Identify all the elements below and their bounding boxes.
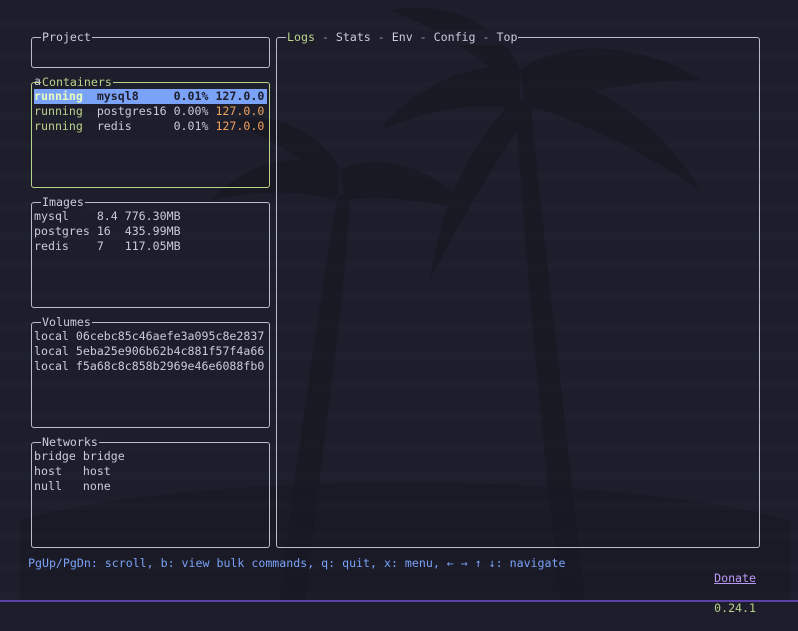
image-size: 117.05MB (124, 239, 181, 253)
tab-env[interactable]: Env (392, 30, 413, 44)
images-panel-title: Images (41, 195, 85, 210)
network-driver: none (82, 479, 111, 493)
containers-panel-title: Containers (41, 75, 113, 90)
container-cpu: 0.01% (173, 119, 209, 133)
networks-panel[interactable]: Networks bridge bridge host host null none (31, 435, 270, 548)
image-name: redis (34, 239, 69, 253)
image-row[interactable]: mysql 8.4 776.30MB (34, 209, 267, 224)
network-row[interactable]: null none (34, 479, 267, 494)
container-port: 127.0.0 (215, 119, 265, 133)
network-driver: host (82, 464, 111, 478)
version-label: 0.24.1 (714, 601, 756, 615)
volume-name: 06cebc85c46aefe3a095c8e2837 (75, 329, 265, 343)
image-row[interactable]: redis 7 117.05MB (34, 239, 267, 254)
volume-row[interactable]: local 06cebc85c46aefe3a095c8e2837 (34, 329, 267, 344)
tab-separator: - (314, 30, 336, 44)
containers-panel[interactable]: Containers running mysql8 0.01% 127.0.0 runn… (31, 75, 270, 188)
tab-logs[interactable]: Logs (287, 30, 315, 44)
network-row[interactable]: host host (34, 464, 267, 479)
container-name: postgres16 (96, 104, 167, 118)
container-port: 127.0.0 (215, 89, 265, 103)
container-status: running (34, 119, 83, 133)
image-row[interactable]: postgres 16 435.99MB (34, 224, 267, 239)
help-text: PgUp/PgDn: scroll, b: view bulk commands… (28, 556, 566, 570)
image-size: 435.99MB (124, 224, 181, 238)
volumes-panel[interactable]: Volumes local 06cebc85c46aefe3a095c8e2837… (31, 315, 270, 428)
container-cpu: 0.00% (173, 104, 209, 118)
container-port: 127.0.0 (215, 104, 265, 118)
container-row[interactable]: running redis 0.01% 127.0.0 (34, 119, 267, 134)
volumes-panel-title: Volumes (41, 315, 92, 330)
tab-config[interactable]: Config (434, 30, 476, 44)
project-panel[interactable]: Project apollo (31, 30, 270, 88)
tab-stats[interactable]: Stats (336, 30, 371, 44)
network-name: null (34, 479, 62, 493)
container-row[interactable]: running mysql8 0.01% 127.0.0 (34, 89, 267, 104)
volume-driver: local (34, 359, 69, 373)
image-size: 776.30MB (124, 209, 181, 223)
donate-link[interactable]: Donate (714, 571, 756, 585)
network-name: bridge (34, 449, 76, 463)
images-panel[interactable]: Images mysql 8.4 776.30MB postgres 16 435.99M… (31, 195, 270, 308)
image-tag: 16 (96, 224, 111, 238)
project-panel-title: Project (41, 30, 92, 45)
networks-panel-title: Networks (41, 435, 99, 450)
container-row[interactable]: running postgres16 0.00% 127.0.0 (34, 104, 267, 119)
volume-driver: local (34, 344, 69, 358)
tab-separator: - (412, 30, 434, 44)
image-tag: 7 (96, 239, 104, 253)
container-status: running (34, 89, 83, 103)
volume-name: f5a68c8c858b2969e46e6088fb0 (75, 359, 265, 373)
network-driver: bridge (82, 449, 125, 463)
statusbar: PgUp/PgDn: scroll, b: view bulk commands… (28, 556, 760, 615)
tab-separator: - (370, 30, 392, 44)
image-name: mysql (34, 209, 69, 223)
main-panel[interactable]: Logs - Stats - Env - Config - Top (276, 30, 760, 548)
network-row[interactable]: bridge bridge (34, 449, 267, 464)
container-name: mysql8 (96, 89, 139, 103)
container-cpu: 0.01% (173, 89, 209, 103)
tab-separator: - (475, 30, 497, 44)
image-tag: 8.4 (96, 209, 118, 223)
network-name: host (34, 464, 62, 478)
main-tabs: Logs - Stats - Env - Config - Top (286, 30, 519, 45)
volume-row[interactable]: local 5eba25e906b62b4c881f57f4a66 (34, 344, 267, 359)
container-status: running (34, 104, 83, 118)
volume-driver: local (34, 329, 69, 343)
image-name: postgres (34, 224, 90, 238)
volume-row[interactable]: local f5a68c8c858b2969e46e6088fb0 (34, 359, 267, 374)
tab-top[interactable]: Top (496, 30, 517, 44)
container-name: redis (96, 119, 132, 133)
volume-name: 5eba25e906b62b4c881f57f4a66 (75, 344, 265, 358)
